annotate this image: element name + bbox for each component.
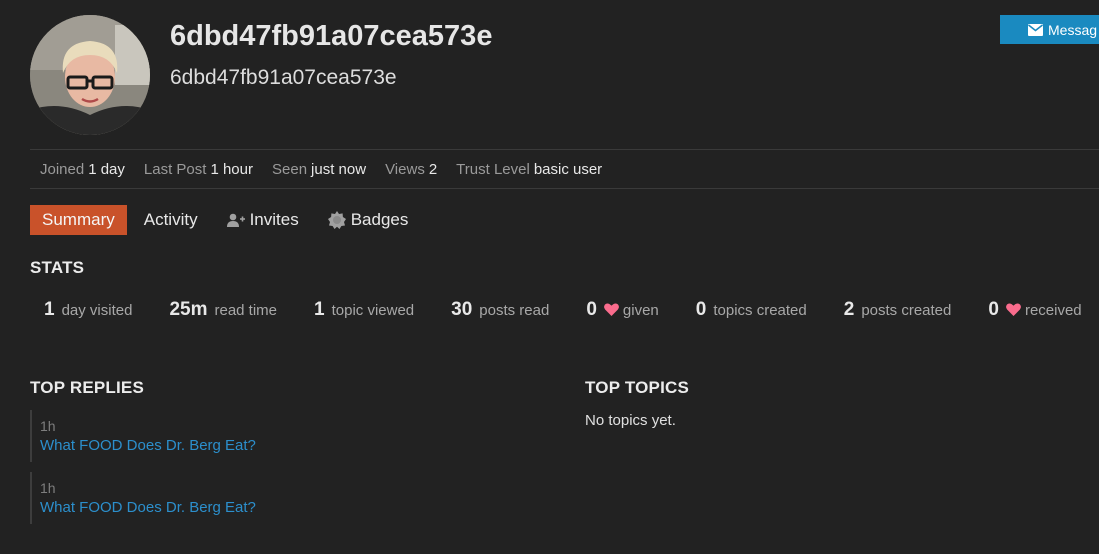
- top-topics-heading: TOP TOPICS: [585, 378, 690, 397]
- meta-label: Joined: [40, 160, 85, 178]
- profile-full-name: 6dbd47fb91a07cea573e: [170, 66, 397, 89]
- tab-badges[interactable]: Badges: [327, 205, 409, 235]
- stat-value: 25m: [169, 299, 208, 320]
- page-title: 6dbd47fb91a07cea573e: [170, 20, 493, 52]
- stat-label: given: [622, 302, 659, 319]
- meta-value: basic user: [533, 160, 603, 178]
- tab-summary[interactable]: Summary: [30, 205, 127, 235]
- stat-value: 1: [314, 299, 325, 320]
- user-plus-icon: [226, 213, 245, 227]
- reply-time: 1h: [40, 480, 56, 496]
- list-item: 1h What FOOD Does Dr. Berg Eat?: [30, 410, 550, 462]
- stat-label: topics created: [713, 302, 807, 319]
- stat-label: topic viewed: [331, 302, 415, 319]
- avatar-photo: [30, 15, 150, 135]
- meta-value: just now: [311, 160, 367, 178]
- meta-label: Seen: [272, 160, 308, 178]
- stat-topics-created: 0 topics created: [696, 299, 807, 321]
- meta-trust-level: Trust Level basic user: [456, 161, 602, 178]
- stat-label: received: [1024, 302, 1082, 319]
- reply-topic-link[interactable]: What FOOD Does Dr. Berg Eat?: [40, 497, 550, 518]
- meta-label: Trust Level: [456, 160, 530, 178]
- tab-badges-label: Badges: [350, 210, 409, 229]
- stat-topics-viewed: 1 topic viewed: [314, 299, 414, 321]
- profile-nav: Summary Activity Invites Badges: [30, 205, 437, 235]
- meta-last-post: Last Post 1 hour: [144, 161, 253, 178]
- message-button[interactable]: Messag: [1000, 15, 1099, 44]
- stat-label: read time: [214, 302, 278, 319]
- meta-joined: Joined 1 day: [40, 161, 125, 178]
- stat-value: 1: [44, 299, 55, 320]
- meta-value: 1 day: [88, 160, 125, 178]
- top-replies-heading: TOP REPLIES: [30, 378, 144, 397]
- avatar[interactable]: [30, 15, 150, 135]
- stat-posts-read: 30 posts read: [451, 299, 549, 321]
- list-item: 1h What FOOD Does Dr. Berg Eat?: [30, 472, 550, 524]
- stat-value: 0: [695, 299, 707, 320]
- message-button-label: Messag: [1048, 21, 1098, 38]
- meta-seen: Seen just now: [272, 161, 366, 178]
- stats-heading: STATS: [30, 258, 85, 277]
- heart-icon: [603, 303, 619, 321]
- meta-label: Views: [385, 160, 425, 178]
- envelope-icon: [1028, 23, 1043, 39]
- stat-label: posts created: [861, 302, 952, 319]
- meta-value: 1 hour: [210, 160, 253, 178]
- stat-read-time: 25m read time: [169, 299, 277, 321]
- tab-invites[interactable]: Invites: [226, 205, 299, 235]
- stat-likes-given: 0 given: [586, 299, 658, 321]
- tab-activity-label: Activity: [143, 210, 198, 229]
- reply-time: 1h: [40, 418, 56, 434]
- stat-value: 0: [586, 299, 597, 320]
- stat-days-visited: 1 day visited: [44, 299, 132, 321]
- badge-icon: [327, 211, 346, 229]
- meta-views: Views 2: [385, 161, 437, 178]
- meta-label: Last Post: [143, 160, 207, 178]
- stat-posts-created: 2 posts created: [844, 299, 952, 321]
- stat-label: posts read: [479, 302, 550, 319]
- stat-label: day visited: [61, 302, 133, 319]
- stat-likes-received: 0 received: [988, 299, 1081, 321]
- meta-value: 2: [428, 160, 438, 178]
- tab-activity[interactable]: Activity: [144, 205, 198, 235]
- top-replies-list: 1h What FOOD Does Dr. Berg Eat? 1h What …: [30, 410, 550, 534]
- reply-topic-link[interactable]: What FOOD Does Dr. Berg Eat?: [40, 435, 550, 456]
- stat-value: 2: [843, 299, 855, 320]
- stat-value: 30: [451, 299, 473, 320]
- tab-invites-label: Invites: [249, 210, 299, 229]
- heart-icon: [1006, 303, 1021, 321]
- tab-summary-label: Summary: [42, 210, 115, 229]
- no-topics-message: No topics yet.: [585, 412, 676, 429]
- user-meta-row: Joined 1 day Last Post 1 hour Seen just now…: [30, 149, 1099, 189]
- stat-value: 0: [988, 299, 999, 320]
- stats-list: 1 day visited 25m read time 1 topic viewed …: [44, 299, 1082, 321]
